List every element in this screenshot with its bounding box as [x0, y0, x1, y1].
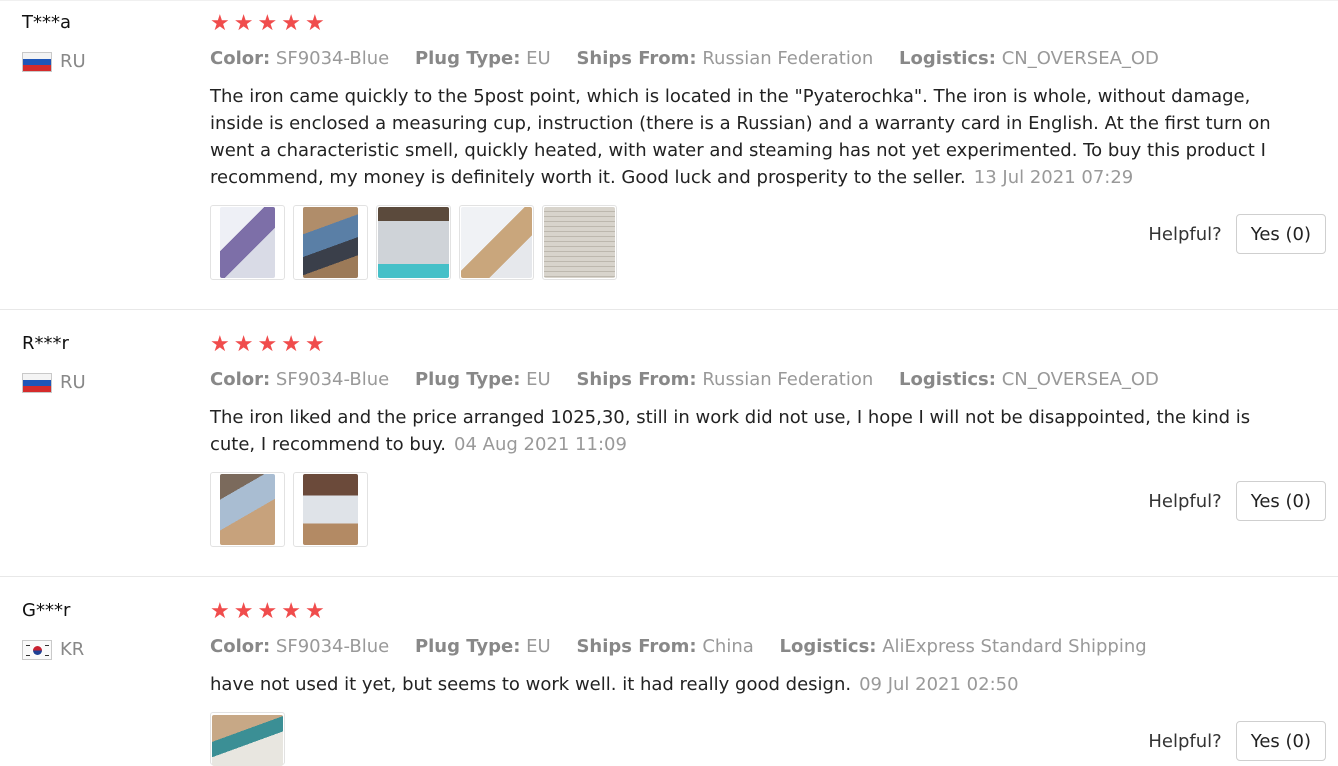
color-label: Color: — [210, 636, 271, 657]
review-photo-thumbnail[interactable] — [293, 205, 368, 280]
ships-from-label: Ships From: — [576, 636, 697, 657]
helpful-label: Helpful? — [1148, 730, 1222, 752]
plug-label: Plug Type: — [414, 369, 521, 390]
review-photo-thumbnail[interactable] — [542, 205, 617, 280]
star-icon: ★ — [257, 11, 278, 36]
star-icon: ★ — [257, 332, 278, 357]
review-text: have not used it yet, but seems to work … — [210, 674, 852, 695]
star-icon: ★ — [304, 599, 325, 624]
ships-from-label: Ships From: — [576, 369, 697, 390]
country-code: RU — [60, 372, 86, 393]
review-photo-thumbnail[interactable] — [376, 205, 451, 280]
sku-info: Color: SF9034-Blue Plug Type: EU Ships F… — [210, 48, 1179, 69]
review-text: The iron liked and the price arranged 10… — [210, 407, 1251, 455]
star-icon: ★ — [210, 599, 230, 624]
review-text-block: have not used it yet, but seems to work … — [210, 671, 1280, 698]
logistics-label: Logistics: — [898, 369, 996, 390]
star-icon: ★ — [281, 11, 301, 36]
review-item: T***a RU ★ ★ ★ ★ ★ Color: SF9034-Blue Pl… — [0, 0, 1338, 310]
color-value: SF9034-Blue — [275, 48, 390, 69]
helpful-section: Helpful? Yes (0) — [1148, 721, 1326, 761]
star-icon: ★ — [210, 11, 230, 36]
star-icon: ★ — [257, 599, 278, 624]
review-photos — [210, 205, 617, 280]
review-item: G***r KR ★ ★ ★ ★ ★ Color: SF9034-Blue Pl… — [0, 577, 1338, 766]
helpful-section: Helpful? Yes (0) — [1148, 214, 1326, 254]
reviewer-name: T***a — [22, 12, 72, 33]
sku-info: Color: SF9034-Blue Plug Type: EU Ships F… — [210, 369, 1179, 390]
star-icon: ★ — [233, 11, 254, 36]
review-date: 13 Jul 2021 07:29 — [973, 167, 1134, 188]
star-icon: ★ — [304, 11, 325, 36]
star-icon: ★ — [233, 599, 254, 624]
helpful-yes-button[interactable]: Yes (0) — [1235, 721, 1326, 761]
star-icon: ★ — [304, 332, 325, 357]
star-rating: ★ ★ ★ ★ ★ — [210, 601, 325, 623]
flag-ru-icon — [22, 372, 52, 393]
flag-ru-icon — [22, 51, 52, 72]
logistics-label: Logistics: — [779, 636, 877, 657]
country-code: RU — [60, 51, 86, 72]
review-photo-thumbnail[interactable] — [210, 205, 285, 280]
plug-value: EU — [526, 369, 551, 390]
plug-value: EU — [526, 636, 551, 657]
color-label: Color: — [210, 48, 271, 69]
reviewer-country: RU — [22, 51, 86, 72]
star-icon: ★ — [281, 599, 301, 624]
color-label: Color: — [210, 369, 271, 390]
helpful-section: Helpful? Yes (0) — [1148, 481, 1326, 521]
review-text-block: The iron liked and the price arranged 10… — [210, 404, 1280, 458]
ships-from-value: Russian Federation — [702, 369, 874, 390]
logistics-value: AliExpress Standard Shipping — [882, 636, 1147, 657]
ships-from-label: Ships From: — [576, 48, 697, 69]
star-icon: ★ — [281, 332, 301, 357]
star-icon: ★ — [233, 332, 254, 357]
review-text-block: The iron came quickly to the 5post point… — [210, 83, 1280, 191]
reviewer-name: G***r — [22, 600, 71, 621]
review-photos — [210, 712, 285, 766]
review-photo-thumbnail[interactable] — [459, 205, 534, 280]
logistics-value: CN_OVERSEA_OD — [1001, 48, 1159, 69]
reviewer-country: KR — [22, 639, 84, 660]
plug-label: Plug Type: — [414, 48, 521, 69]
reviewer-name: R***r — [22, 333, 69, 354]
plug-value: EU — [526, 48, 551, 69]
helpful-label: Helpful? — [1148, 223, 1222, 245]
review-photos — [210, 472, 368, 547]
review-date: 04 Aug 2021 11:09 — [454, 434, 627, 455]
review-item: R***r RU ★ ★ ★ ★ ★ Color: SF9034-Blue Pl… — [0, 310, 1338, 577]
helpful-yes-button[interactable]: Yes (0) — [1235, 481, 1326, 521]
star-rating: ★ ★ ★ ★ ★ — [210, 13, 325, 35]
logistics-value: CN_OVERSEA_OD — [1001, 369, 1159, 390]
reviewer-country: RU — [22, 372, 86, 393]
country-code: KR — [60, 639, 85, 660]
helpful-yes-button[interactable]: Yes (0) — [1235, 214, 1326, 254]
logistics-label: Logistics: — [898, 48, 996, 69]
color-value: SF9034-Blue — [275, 369, 390, 390]
helpful-label: Helpful? — [1148, 490, 1222, 512]
review-date: 09 Jul 2021 02:50 — [859, 674, 1019, 695]
review-photo-thumbnail[interactable] — [210, 712, 285, 766]
ships-from-value: China — [702, 636, 754, 657]
sku-info: Color: SF9034-Blue Plug Type: EU Ships F… — [210, 636, 1167, 657]
star-rating: ★ ★ ★ ★ ★ — [210, 334, 325, 356]
review-photo-thumbnail[interactable] — [210, 472, 285, 547]
review-photo-thumbnail[interactable] — [293, 472, 368, 547]
ships-from-value: Russian Federation — [702, 48, 874, 69]
plug-label: Plug Type: — [414, 636, 521, 657]
flag-kr-icon — [22, 639, 52, 660]
color-value: SF9034-Blue — [275, 636, 390, 657]
star-icon: ★ — [210, 332, 230, 357]
